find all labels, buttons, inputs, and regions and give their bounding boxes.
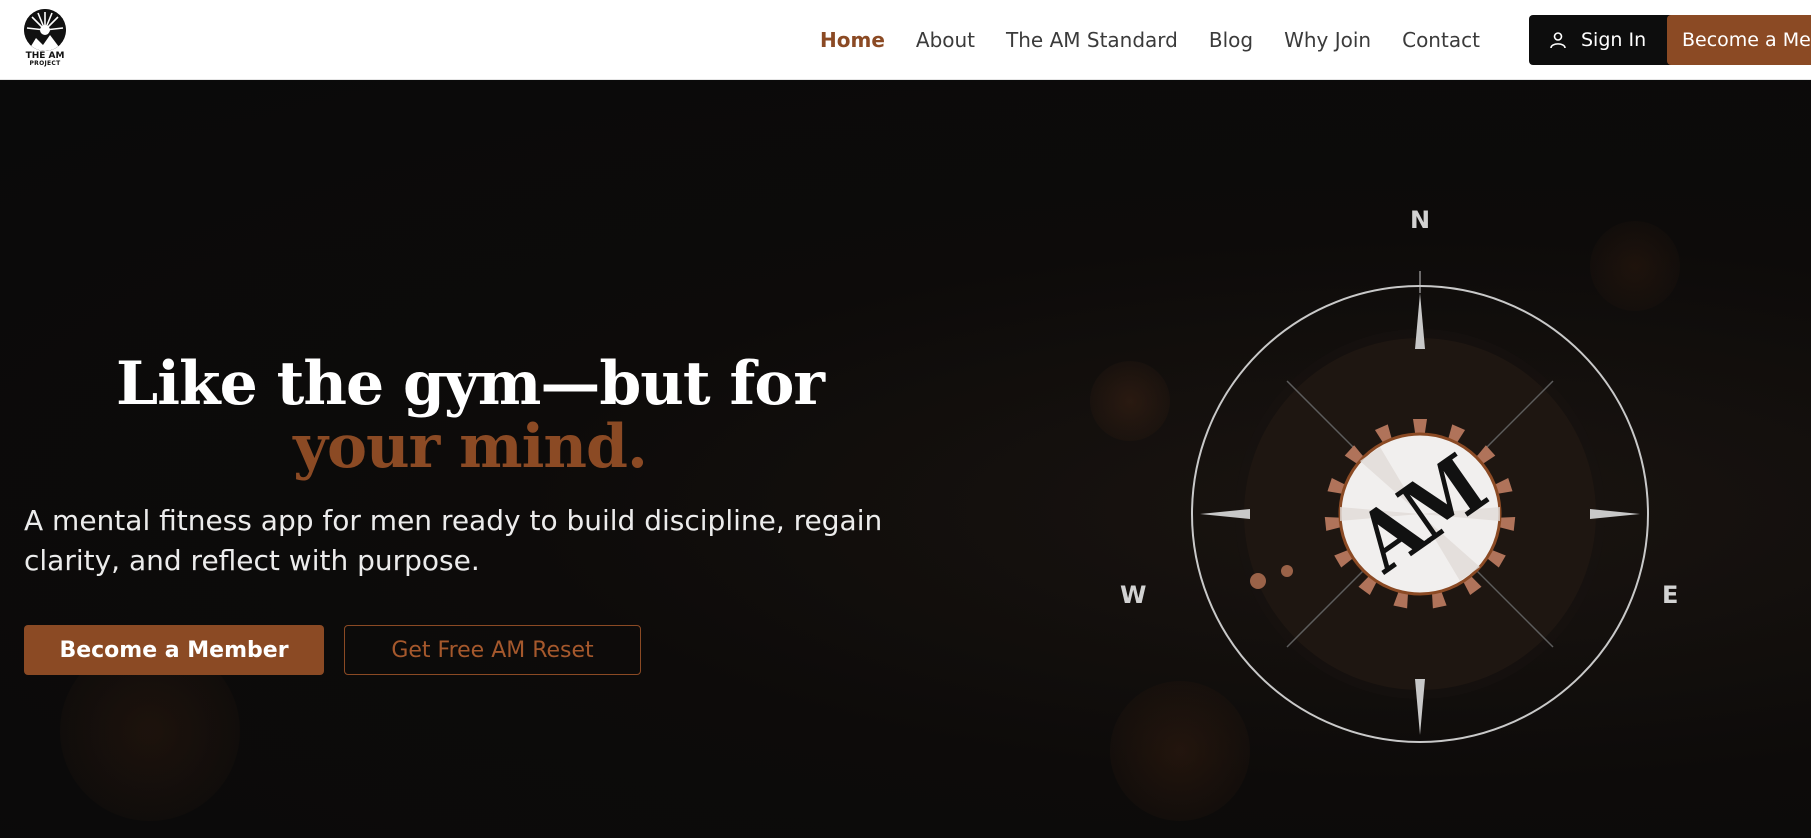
sign-in-button[interactable]: Sign In <box>1529 15 1689 65</box>
nav-why-join[interactable]: Why Join <box>1284 28 1371 52</box>
sign-in-label: Sign In <box>1581 29 1647 51</box>
hero-section: Like the gym—but for your mind. A mental… <box>0 81 1811 838</box>
become-member-button-header[interactable]: Become a Member <box>1667 15 1811 65</box>
logo-emblem-icon <box>24 9 66 51</box>
compass-north-label: N <box>1410 206 1431 234</box>
site-logo[interactable]: THE AM PROJECT <box>22 9 70 71</box>
headline-line1: Like the gym—but for <box>116 349 825 419</box>
user-icon <box>1550 32 1566 49</box>
hero-subtext: A mental fitness app for men ready to bu… <box>24 504 883 577</box>
become-member-label-header: Become a Member <box>1682 29 1811 51</box>
nav-home[interactable]: Home <box>820 28 885 52</box>
become-member-button[interactable]: Become a Member <box>24 625 324 675</box>
compass-west-label: W <box>1120 581 1147 609</box>
nav-about[interactable]: About <box>916 28 975 52</box>
logo-text-line2: PROJECT <box>29 60 61 67</box>
free-am-reset-button[interactable]: Get Free AM Reset <box>344 625 641 675</box>
logo-text-line1: THE AM <box>25 51 65 61</box>
nav-am-standard[interactable]: The AM Standard <box>1006 28 1178 52</box>
compass-illustration: AM N S W E <box>1080 206 1700 831</box>
hero-headline: Like the gym—but for your mind. <box>0 353 940 479</box>
main-nav: Home About The AM Standard Blog Why Join… <box>820 0 1511 80</box>
site-header: THE AM PROJECT Home About The AM Standar… <box>0 0 1811 80</box>
headline-accent: your mind. <box>293 412 648 482</box>
nav-contact[interactable]: Contact <box>1402 28 1480 52</box>
compass-east-label: E <box>1662 581 1679 609</box>
nav-blog[interactable]: Blog <box>1209 28 1253 52</box>
